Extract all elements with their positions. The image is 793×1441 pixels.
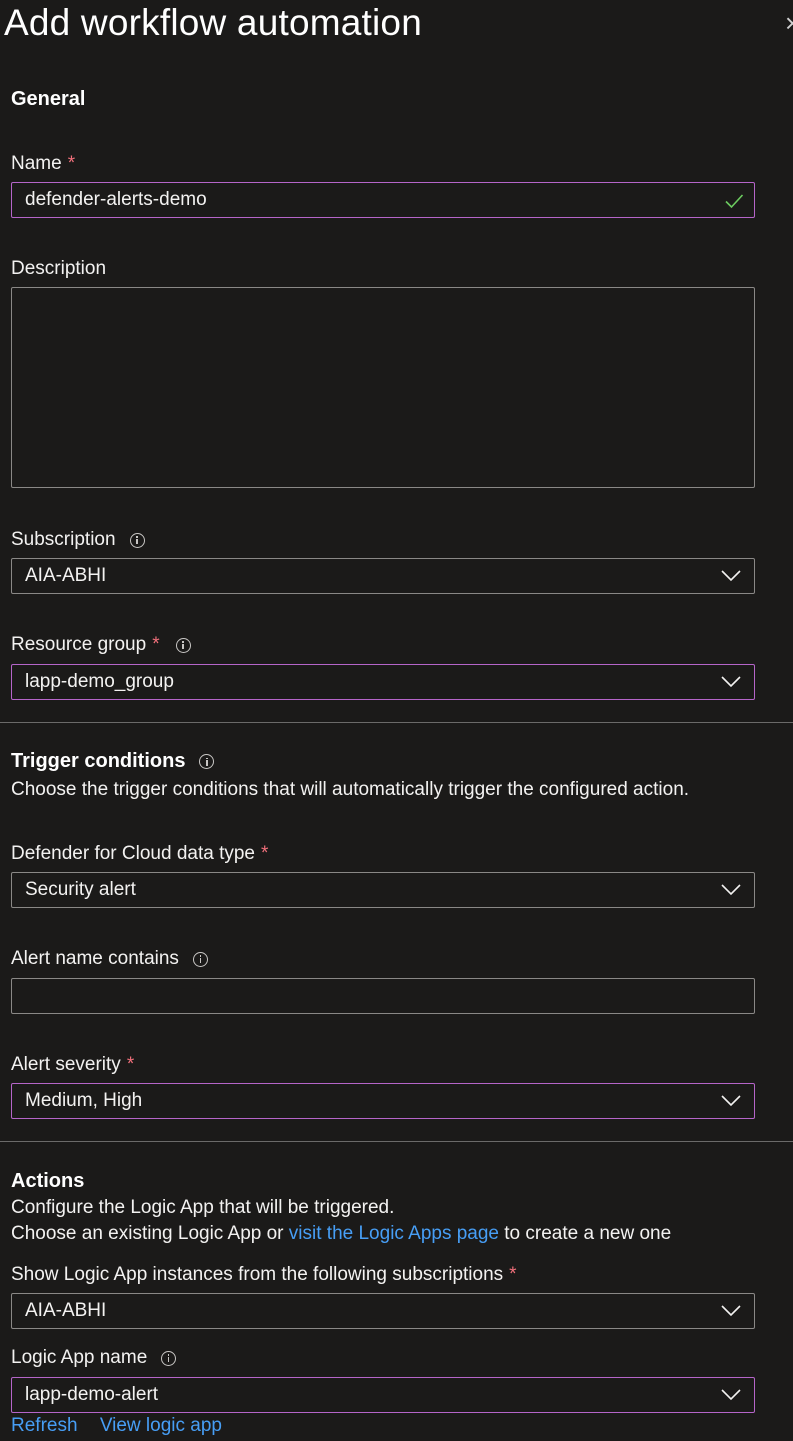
trigger-heading: Trigger conditions <box>11 750 215 773</box>
name-label: Name * <box>11 153 75 175</box>
required-marker: * <box>67 153 76 174</box>
close-icon[interactable]: × <box>785 8 793 39</box>
data-type-label-text: Defender for Cloud data type <box>11 843 255 864</box>
description-label-text: Description <box>11 258 107 279</box>
severity-dropdown[interactable]: Medium, High <box>11 1083 755 1119</box>
alert-name-input[interactable] <box>11 978 755 1014</box>
actions-line2-prefix: Choose an existing Logic App or <box>11 1223 289 1244</box>
required-marker: * <box>509 1264 517 1285</box>
general-heading: General <box>11 88 86 110</box>
info-icon[interactable] <box>192 951 208 967</box>
trigger-heading-text: Trigger conditions <box>11 750 186 772</box>
subscription-label-text: Subscription <box>11 529 116 550</box>
section-divider <box>0 1141 793 1142</box>
description-textarea[interactable] <box>11 287 755 488</box>
info-icon[interactable] <box>199 754 215 769</box>
info-icon[interactable] <box>129 532 145 548</box>
subscription-value: AIA-ABHI <box>25 565 107 586</box>
data-type-label: Defender for Cloud data type * <box>11 843 268 865</box>
logic-apps-page-link[interactable]: visit the Logic Apps page <box>289 1223 499 1244</box>
severity-value: Medium, High <box>25 1090 143 1111</box>
resource-group-label-text: Resource group <box>11 634 147 655</box>
name-input[interactable]: defender-alerts-demo <box>11 182 755 218</box>
info-icon[interactable] <box>175 637 191 653</box>
refresh-link[interactable]: Refresh <box>11 1415 78 1436</box>
section-divider <box>0 722 793 723</box>
data-type-dropdown[interactable]: Security alert <box>11 872 755 908</box>
subscription-dropdown[interactable]: AIA-ABHI <box>11 558 755 594</box>
actions-heading: Actions <box>11 1170 85 1192</box>
checkmark-icon <box>725 194 744 209</box>
view-logic-app-link[interactable]: View logic app <box>100 1415 222 1436</box>
resource-group-value: lapp-demo_group <box>25 671 174 692</box>
name-input-value: defender-alerts-demo <box>25 189 207 210</box>
trigger-description: Choose the trigger conditions that will … <box>11 779 690 800</box>
page-title: Add workflow automation <box>4 2 422 43</box>
chevron-down-icon <box>721 1095 741 1107</box>
logic-subscriptions-label-text: Show Logic App instances from the follow… <box>11 1264 504 1285</box>
alert-name-label-text: Alert name contains <box>11 948 179 969</box>
severity-label-text: Alert severity <box>11 1054 121 1075</box>
required-marker: * <box>261 843 269 864</box>
chevron-down-icon <box>721 884 741 896</box>
logic-subscriptions-label: Show Logic App instances from the follow… <box>11 1264 517 1286</box>
resource-group-dropdown[interactable]: lapp-demo_group <box>11 664 755 700</box>
alert-name-label: Alert name contains <box>11 948 208 970</box>
logic-subscriptions-dropdown[interactable]: AIA-ABHI <box>11 1293 755 1329</box>
chevron-down-icon <box>721 1305 741 1317</box>
actions-description-line1: Configure the Logic App that will be tri… <box>11 1197 395 1218</box>
data-type-value: Security alert <box>25 879 136 900</box>
chevron-down-icon <box>721 676 741 688</box>
logic-app-name-label: Logic App name <box>11 1347 177 1369</box>
logic-app-name-value: lapp-demo-alert <box>25 1384 159 1405</box>
info-icon[interactable] <box>161 1350 177 1366</box>
description-label: Description <box>11 258 106 280</box>
chevron-down-icon <box>721 1389 741 1401</box>
required-marker: * <box>126 1054 135 1075</box>
actions-description-line2: Choose an existing Logic App or visit th… <box>11 1223 671 1245</box>
chevron-down-icon <box>721 570 741 582</box>
subscription-label: Subscription <box>11 529 145 551</box>
actions-line2-suffix: to create a new one <box>499 1223 672 1244</box>
logic-app-links: Refresh View logic app <box>11 1415 222 1437</box>
severity-label: Alert severity * <box>11 1054 134 1076</box>
name-label-text: Name <box>11 153 62 174</box>
required-marker: * <box>152 634 160 655</box>
resource-group-label: Resource group * <box>11 634 191 656</box>
logic-app-name-dropdown[interactable]: lapp-demo-alert <box>11 1377 755 1413</box>
logic-subscriptions-value: AIA-ABHI <box>25 1300 107 1321</box>
logic-app-name-label-text: Logic App name <box>11 1347 148 1368</box>
